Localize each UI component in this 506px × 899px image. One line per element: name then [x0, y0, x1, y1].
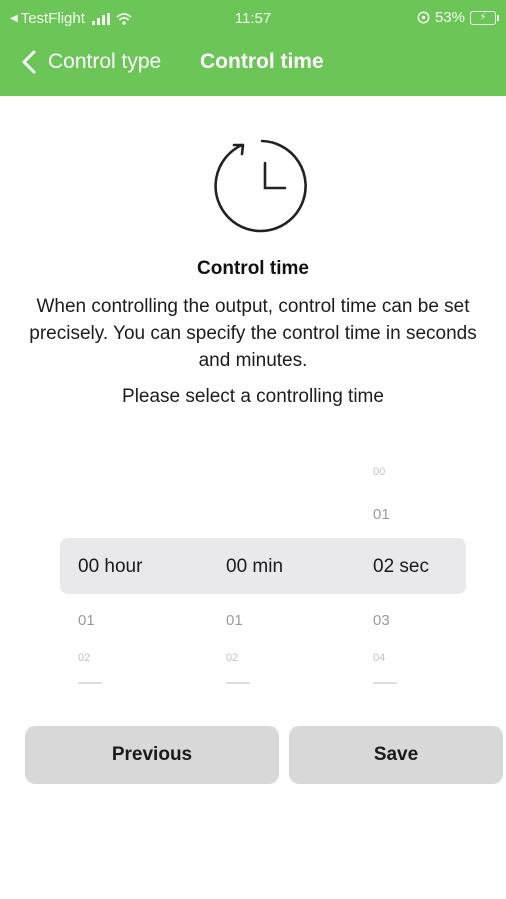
section-title: Control time — [197, 258, 309, 279]
minute-selected-option[interactable]: 00 min — [226, 556, 283, 578]
status-bar: ◀ TestFlight 11:57 53% ⚡ — [0, 0, 506, 34]
minute-wheel[interactable]: 00 min 01 02 — [226, 440, 346, 700]
hour-option[interactable]: 02 — [78, 652, 90, 664]
nav-title: Control time — [200, 50, 324, 73]
battery-percent: 53% — [434, 9, 465, 26]
second-option[interactable]: 00 — [373, 466, 385, 478]
status-right: 53% ⚡ — [417, 9, 499, 26]
chevron-left-icon — [22, 50, 36, 74]
prompt-text: Please select a controlling time — [122, 386, 384, 407]
clock-icon — [214, 139, 307, 233]
header: ◀ TestFlight 11:57 53% ⚡ Control type Co… — [0, 0, 506, 96]
second-selected-option[interactable]: 02 sec — [373, 556, 429, 578]
hour-selected-option[interactable]: 00 hour — [78, 556, 142, 578]
minute-option[interactable]: 02 — [226, 652, 238, 664]
second-option[interactable]: 04 — [373, 652, 385, 664]
previous-button[interactable]: Previous — [25, 726, 279, 784]
time-picker: 00 hour 01 02 00 min 01 02 00 01 02 sec … — [0, 440, 506, 700]
hour-wheel[interactable]: 00 hour 01 02 — [78, 440, 198, 700]
hour-option[interactable]: 01 — [78, 612, 95, 629]
second-option[interactable]: 01 — [373, 506, 390, 523]
battery-charging-icon: ⚡ — [470, 10, 499, 25]
minute-option[interactable]: 01 — [226, 612, 243, 629]
description-text: When controlling the output, control tim… — [29, 296, 477, 371]
second-wheel[interactable]: 00 01 02 sec 03 04 — [373, 440, 473, 700]
save-button[interactable]: Save — [289, 726, 503, 784]
nav-bar: Control type Control time — [0, 40, 506, 96]
back-button[interactable]: Control type — [18, 48, 161, 76]
back-button-label: Control type — [48, 50, 162, 73]
second-option[interactable]: 03 — [373, 612, 390, 629]
orientation-lock-icon — [417, 11, 430, 24]
